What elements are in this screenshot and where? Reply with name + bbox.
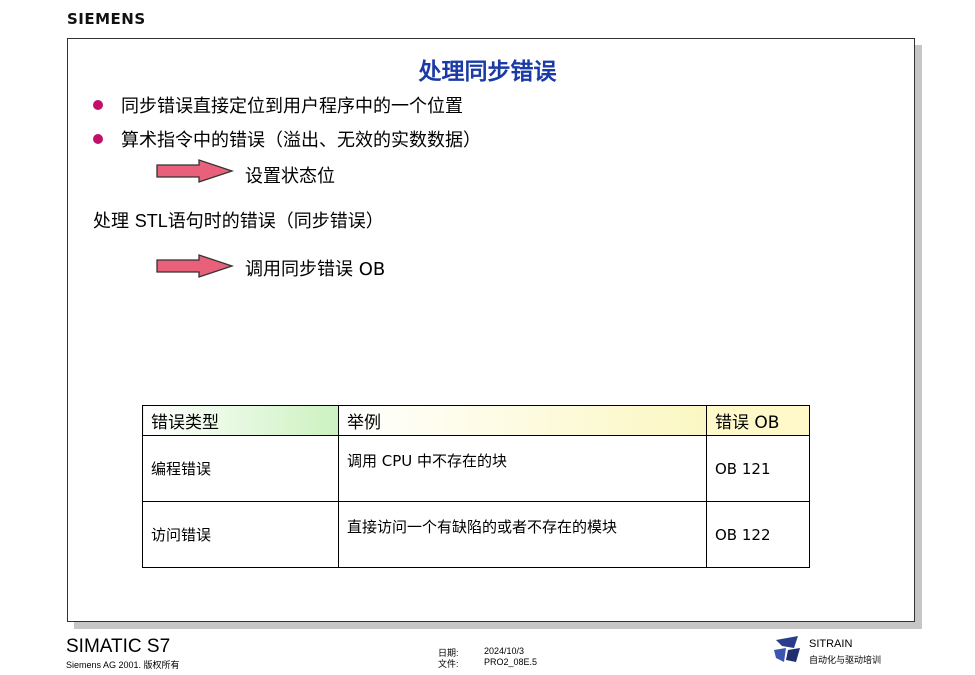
slide-title: 处理同步错误 bbox=[418, 59, 557, 85]
footer-date-value: 2024/10/3 bbox=[484, 646, 525, 656]
col-header-example: 举例 bbox=[338, 405, 707, 436]
arrow-label-ob: 调用同步错误 OB bbox=[245, 259, 386, 280]
siemens-logo: SIEMENS bbox=[67, 10, 146, 28]
bullet-dot-icon bbox=[93, 134, 103, 144]
cell-ob: OB 122 bbox=[706, 501, 810, 568]
sitrain-brand: SITRAIN bbox=[809, 638, 853, 650]
cell-type: 编程错误 bbox=[142, 435, 339, 502]
bullet-item: 算术指令中的错误（溢出、无效的实数数据） bbox=[93, 126, 481, 152]
col-header-ob: 错误 OB bbox=[706, 405, 810, 436]
bullet-item: 同步错误直接定位到用户程序中的一个位置 bbox=[93, 92, 463, 118]
arrow-right-icon bbox=[156, 159, 235, 183]
footer-product: SIMATIC S7 bbox=[66, 636, 171, 657]
cell-example: 调用 CPU 中不存在的块 bbox=[338, 435, 707, 502]
footer-copyright: Siemens AG 2001. 版权所有 bbox=[66, 660, 180, 670]
bullet-text: 同步错误直接定位到用户程序中的一个位置 bbox=[121, 96, 463, 117]
arrow-right-icon bbox=[156, 254, 235, 278]
stl-line-suffix: 语句时的错误（同步错误） bbox=[167, 211, 384, 232]
sitrain-logo-icon bbox=[774, 636, 800, 662]
table-row: 编程错误 调用 CPU 中不存在的块 OB 121 bbox=[142, 435, 810, 502]
col-header-type: 错误类型 bbox=[142, 405, 339, 436]
bullet-text: 算术指令中的错误（溢出、无效的实数数据） bbox=[121, 130, 481, 151]
cell-type: 访问错误 bbox=[142, 501, 339, 568]
footer-file-value: PRO2_08E.5 bbox=[484, 657, 538, 667]
error-table: 错误类型 举例 错误 OB 编程错误 调用 CPU 中不存在的块 OB 121 … bbox=[142, 405, 810, 568]
stl-error-line: 处理 STL语句时的错误（同步错误） bbox=[93, 207, 384, 233]
cell-example: 直接访问一个有缺陷的或者不存在的模块 bbox=[338, 501, 707, 568]
stl-keyword: STL bbox=[134, 211, 168, 231]
bullet-dot-icon bbox=[93, 100, 103, 110]
footer-file-label: 文件: bbox=[438, 659, 459, 669]
stl-line-prefix: 处理 bbox=[93, 211, 135, 232]
sitrain-subtitle: 自动化与驱动培训 bbox=[809, 656, 882, 666]
table-row: 访问错误 直接访问一个有缺陷的或者不存在的模块 OB 122 bbox=[142, 501, 810, 568]
arrow-label-status: 设置状态位 bbox=[245, 166, 335, 187]
table-header-row: 错误类型 举例 错误 OB bbox=[142, 405, 810, 436]
cell-ob: OB 121 bbox=[706, 435, 810, 502]
